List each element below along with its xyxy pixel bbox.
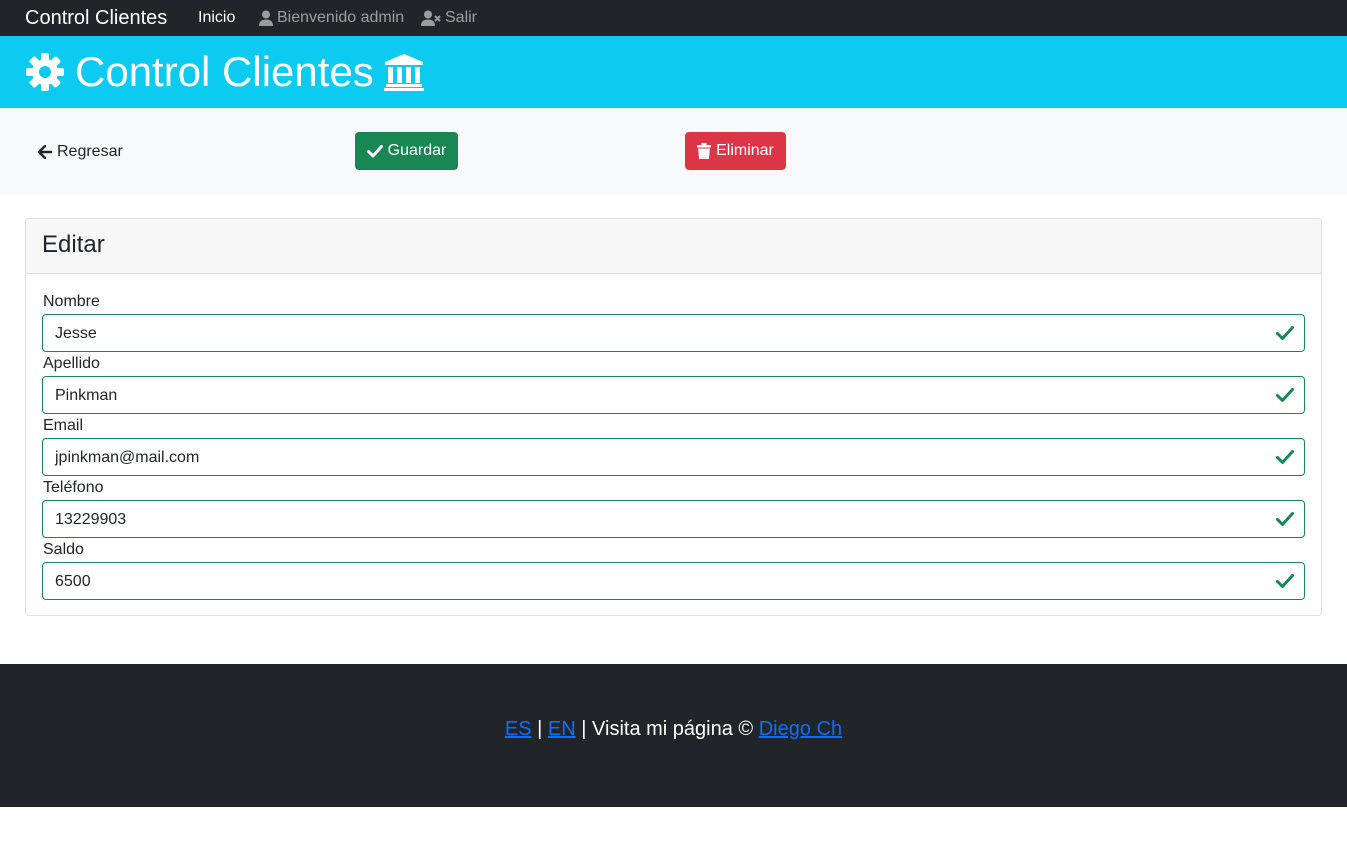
nombre-label: Nombre <box>43 293 100 310</box>
card-header: Editar <box>26 219 1321 274</box>
author-link[interactable]: Diego Ch <box>759 718 842 740</box>
lang-es-link[interactable]: ES <box>505 718 532 740</box>
gear-icon <box>26 53 64 91</box>
lang-en-link[interactable]: EN <box>548 718 576 740</box>
telefono-label: Teléfono <box>43 479 104 496</box>
valid-check-icon <box>1276 450 1294 464</box>
valid-check-icon <box>1276 574 1294 588</box>
telefono-value: 13229903 <box>55 511 127 528</box>
delete-button[interactable]: Eliminar <box>685 132 786 170</box>
arrow-left-icon <box>38 145 52 159</box>
banner-heading: Control Clientes <box>25 48 424 96</box>
trash-icon <box>697 143 712 159</box>
save-button[interactable]: Guardar <box>355 132 458 170</box>
user-icon <box>259 10 273 26</box>
email-value: jpinkman@mail.com <box>55 449 200 466</box>
header-banner: Control Clientes <box>0 36 1347 108</box>
nav-logout-link[interactable]: Salir <box>421 9 477 27</box>
user-remove-icon <box>421 10 441 26</box>
footer: ES | EN | Visita mi página © Diego Ch <box>0 664 1347 807</box>
valid-check-icon <box>1276 512 1294 526</box>
check-icon <box>366 145 383 158</box>
valid-check-icon <box>1276 326 1294 340</box>
top-navbar: Control Clientes Inicio Bienvenido admin… <box>0 0 1347 36</box>
footer-line: ES | EN | Visita mi página © Diego Ch <box>0 717 1347 741</box>
email-field[interactable]: jpinkman@mail.com <box>42 438 1305 476</box>
apellido-field[interactable]: Pinkman <box>42 376 1305 414</box>
logout-label: Salir <box>445 9 478 26</box>
apellido-value: Pinkman <box>55 387 118 404</box>
delete-label: Eliminar <box>716 142 774 159</box>
back-button[interactable]: Regresar <box>38 134 123 170</box>
nombre-value: Jesse <box>55 325 97 342</box>
edit-card: Editar Nombre Jesse Apellido Pinkman Ema… <box>25 218 1322 616</box>
back-label: Regresar <box>57 143 123 160</box>
action-bar <box>0 108 1347 195</box>
welcome-label: Bienvenido admin <box>277 9 405 26</box>
nav-home-label: Inicio <box>198 9 236 26</box>
saldo-label: Saldo <box>43 541 84 558</box>
banner-title: Control Clientes <box>75 48 374 95</box>
navbar-brand[interactable]: Control Clientes <box>25 6 167 30</box>
nav-home-link[interactable]: Inicio <box>198 9 235 27</box>
nombre-field[interactable]: Jesse <box>42 314 1305 352</box>
saldo-value: 6500 <box>55 573 91 590</box>
footer-text: | Visita mi página © <box>581 718 754 740</box>
card-title: Editar <box>42 231 105 258</box>
bank-icon <box>383 54 424 91</box>
nav-user-link[interactable]: Bienvenido admin <box>259 9 404 27</box>
email-label: Email <box>43 417 84 434</box>
save-label: Guardar <box>387 142 447 159</box>
telefono-field[interactable]: 13229903 <box>42 500 1305 538</box>
apellido-label: Apellido <box>43 355 100 372</box>
footer-separator: | <box>537 718 543 740</box>
valid-check-icon <box>1276 388 1294 402</box>
saldo-field[interactable]: 6500 <box>42 562 1305 600</box>
